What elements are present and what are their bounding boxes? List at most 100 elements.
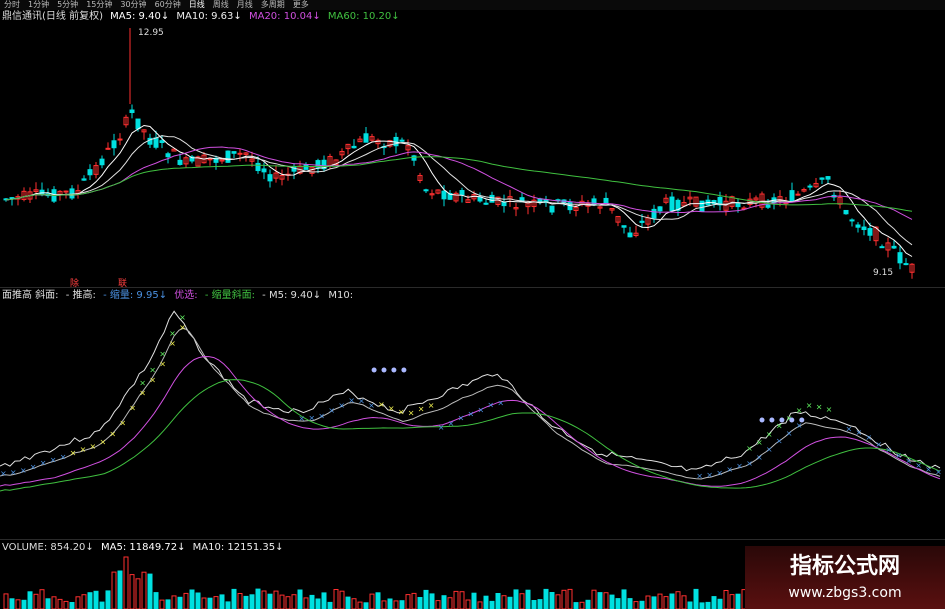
volume-bar — [483, 595, 489, 609]
volume-bar — [135, 578, 141, 609]
push-marker: × — [428, 401, 435, 410]
volume-bar — [651, 596, 657, 609]
volume-bar — [291, 594, 297, 609]
volume-bar — [543, 588, 549, 609]
volume-bar — [447, 597, 453, 609]
period-tab-10[interactable]: 更多 — [289, 0, 313, 10]
period-tab-2[interactable]: 5分钟 — [53, 0, 82, 10]
shrink-marker: × — [358, 397, 365, 406]
push-marker: × — [418, 405, 425, 414]
ma10-value: MA10: 9.63↓ — [176, 11, 242, 22]
best-marker: × — [756, 438, 763, 447]
volume-bar — [507, 596, 513, 609]
volume-bar — [321, 592, 327, 609]
shrink-marker: × — [368, 401, 375, 410]
indicator-best: 优选: — [174, 290, 198, 301]
period-tab-7[interactable]: 周线 — [209, 0, 233, 10]
volume-bar — [705, 601, 711, 609]
volume-bar — [633, 601, 639, 609]
volume-bar — [675, 591, 681, 609]
ma10-line — [5, 135, 913, 246]
candle-body — [87, 169, 93, 176]
volume-bar — [537, 599, 543, 609]
volume-bar — [735, 593, 741, 609]
candle-body — [129, 109, 135, 114]
shrink-marker: × — [40, 459, 47, 468]
volume-bar — [189, 589, 195, 609]
best-marker: × — [766, 430, 773, 439]
period-tab-8[interactable]: 月线 — [233, 0, 257, 10]
volume-bar — [417, 597, 423, 609]
period-tab-9[interactable]: 多周期 — [257, 0, 289, 10]
volume-bar — [597, 592, 603, 609]
shrink-marker: × — [348, 396, 355, 405]
candle-body — [135, 118, 141, 130]
candle-body — [861, 226, 867, 231]
volume-bar — [663, 596, 669, 609]
indicator-title: 面推高 斜面: — [2, 290, 59, 301]
volume-bar — [471, 592, 477, 609]
volume-bar — [9, 598, 15, 609]
push-marker: × — [80, 445, 87, 454]
indicator-legend: 面推高 斜面: - 推高: - 缩量: 9.95↓ 优选: - 缩量斜面: - … — [2, 290, 357, 302]
shrink-marker: × — [856, 428, 863, 437]
candle-body — [111, 140, 117, 149]
volume-bar — [177, 596, 183, 609]
push-marker: × — [90, 442, 97, 451]
candlestick-chart[interactable] — [0, 24, 945, 286]
candle-body — [9, 197, 15, 200]
volume-bar — [555, 594, 561, 609]
volume-bar — [39, 589, 45, 609]
volume-bar — [573, 602, 579, 609]
signal-dot — [789, 417, 795, 423]
volume-bar — [285, 596, 291, 609]
candle-body — [549, 205, 555, 213]
candle-body — [867, 228, 873, 236]
indicator-chart[interactable]: × × × × × × × × × × ××××××××××××××× × ×××× × × × × × × × ×× ×… — [0, 302, 945, 538]
period-tab-1[interactable]: 1分钟 — [24, 0, 53, 10]
volume-bar — [63, 600, 69, 609]
best-marker: × — [806, 401, 813, 410]
ma5-value: MA5: 9.40↓ — [110, 11, 170, 22]
period-tab-4[interactable]: 30分钟 — [116, 0, 150, 10]
shrink-marker: × — [756, 453, 763, 462]
volume-bar — [33, 593, 39, 609]
volume-ma5: MA5: 11849.72↓ — [100, 542, 186, 553]
shrink-marker: × — [696, 472, 703, 481]
candle-body — [63, 190, 69, 193]
period-tab-3[interactable]: 15分钟 — [82, 0, 116, 10]
shrink-marker: × — [20, 466, 27, 475]
candle-body — [807, 185, 813, 188]
candle-body — [99, 158, 105, 166]
volume-bar — [669, 593, 675, 609]
shrink-marker: × — [766, 445, 773, 454]
candle-body — [621, 225, 627, 228]
volume-bar — [591, 589, 597, 609]
volume-bar — [405, 594, 411, 609]
volume-bar — [561, 589, 567, 609]
volume-bar — [333, 589, 339, 609]
volume-bar — [3, 593, 9, 609]
shrink-marker: × — [706, 471, 713, 480]
volume-bar — [237, 593, 243, 609]
candle-body — [363, 133, 369, 143]
volume-bar — [627, 598, 633, 609]
signal-dot — [769, 417, 775, 423]
volume-bar — [351, 598, 357, 609]
push-marker: × — [100, 438, 107, 447]
period-tab-6[interactable]: 日线 — [185, 0, 209, 10]
volume-bar — [123, 556, 129, 609]
period-tab-5[interactable]: 60分钟 — [151, 0, 185, 10]
indicator-line-m5 — [0, 327, 941, 480]
candle-body — [255, 162, 261, 172]
volume-bar — [357, 601, 363, 609]
volume-bar — [195, 592, 201, 609]
candle-body — [795, 193, 801, 196]
site-watermark: 指标公式网 www.zbgs3.com — [745, 546, 945, 609]
indicator-shrink-slope: - 缩量斜面: — [204, 290, 255, 301]
volume-bar — [699, 602, 705, 609]
candle-body — [657, 206, 663, 212]
volume-bar — [171, 595, 177, 609]
period-tab-0[interactable]: 分时 — [0, 0, 24, 10]
signal-dot — [391, 367, 397, 373]
